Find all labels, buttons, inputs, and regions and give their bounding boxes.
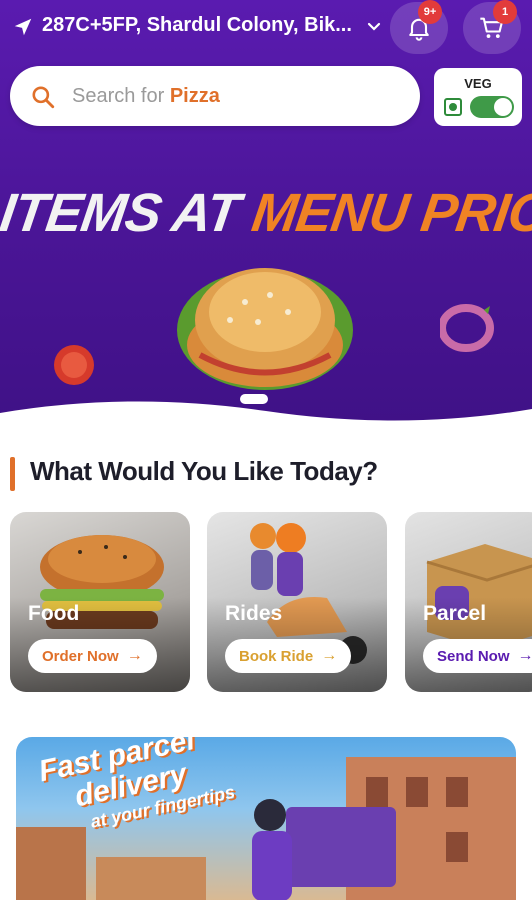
book-ride-label: Book Ride — [239, 647, 314, 665]
onion-ring-image — [440, 304, 494, 352]
order-now-button[interactable]: Order Now → — [28, 639, 157, 673]
search-placeholder-keyword: Pizza — [169, 85, 220, 107]
banner-title-part2: MENU PRICES — [248, 183, 532, 243]
promo-banner[interactable]: Fast parcel delivery at your fingertips — [16, 737, 516, 900]
veg-toggle-card[interactable]: VEG — [434, 68, 522, 126]
search-bar[interactable]: Search for Pizza — [10, 66, 420, 126]
send-now-label: Send Now — [437, 647, 510, 665]
tomato-image — [54, 345, 94, 385]
book-ride-button[interactable]: Book Ride → — [225, 639, 352, 673]
cart-button[interactable]: 1 — [463, 0, 521, 54]
service-card-parcel[interactable]: Parcel Send Now → — [405, 512, 532, 692]
service-card-food[interactable]: Food Order Now → — [10, 512, 190, 692]
veg-toggle-switch[interactable] — [470, 96, 514, 118]
service-label-rides: Rides — [225, 602, 283, 625]
banner-title: ITEMS AT MENU PRICES — [0, 182, 532, 252]
service-label-food: Food — [28, 602, 80, 625]
location-address[interactable]: 287C+5FP, Shardul Colony, Bik... — [42, 14, 362, 40]
section-title: What Would You Like Today? — [30, 456, 378, 486]
cart-badge: 1 — [493, 0, 517, 24]
veg-symbol-icon — [444, 98, 462, 116]
notifications-badge: 9+ — [418, 0, 442, 24]
arrow-right-icon: → — [126, 647, 143, 664]
order-now-label: Order Now — [42, 647, 119, 665]
search-icon — [32, 86, 55, 109]
search-placeholder-prefix: Search for — [72, 85, 170, 107]
search-placeholder: Search for Pizza — [72, 85, 220, 108]
arrow-right-icon: → — [321, 647, 338, 664]
banner-title-part1: ITEMS AT — [0, 183, 257, 243]
service-label-parcel: Parcel — [423, 602, 487, 625]
hero-wave — [0, 401, 532, 455]
burger-image — [177, 268, 353, 390]
hero-header: 287C+5FP, Shardul Colony, Bik... 9+ 1 Se… — [0, 0, 532, 430]
chevron-down-icon[interactable] — [366, 20, 382, 34]
arrow-right-icon: → — [517, 647, 532, 664]
section-accent-bar — [10, 457, 15, 491]
service-card-rides[interactable]: Rides Book Ride → — [207, 512, 387, 692]
navigation-arrow-icon — [14, 18, 32, 36]
notifications-button[interactable]: 9+ — [390, 0, 448, 54]
send-now-button[interactable]: Send Now → — [423, 639, 532, 673]
veg-label: VEG — [464, 76, 492, 91]
top-bar: 287C+5FP, Shardul Colony, Bik... 9+ 1 — [0, 0, 532, 58]
